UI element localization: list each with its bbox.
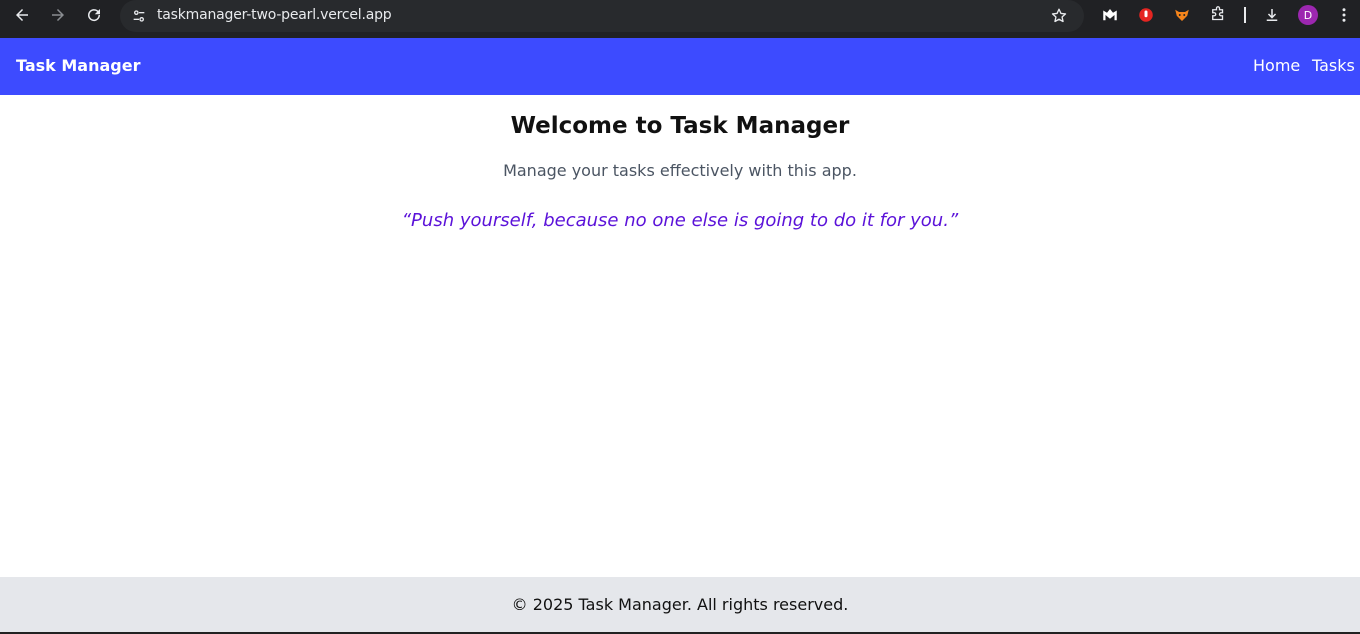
motivational-quote: “Push yourself, because no one else is g… bbox=[401, 210, 959, 231]
star-icon[interactable] bbox=[1048, 5, 1070, 27]
arrow-right-icon[interactable] bbox=[46, 3, 70, 27]
address-bar[interactable]: taskmanager-two-pearl.vercel.app bbox=[120, 0, 1084, 32]
page-subtitle: Manage your tasks effectively with this … bbox=[503, 161, 857, 180]
copyright-text: © 2025 Task Manager. All rights reserved… bbox=[511, 595, 849, 614]
arrow-left-icon[interactable] bbox=[10, 3, 34, 27]
url-text[interactable]: taskmanager-two-pearl.vercel.app bbox=[157, 7, 392, 23]
nav-link-home[interactable]: Home bbox=[1253, 56, 1300, 75]
profile-avatar[interactable]: D bbox=[1298, 5, 1318, 25]
puzzle-icon[interactable] bbox=[1206, 3, 1230, 27]
kebab-menu-icon[interactable] bbox=[1332, 3, 1356, 27]
main-content: Welcome to Task Manager Manage your task… bbox=[0, 95, 1360, 577]
page-footer: © 2025 Task Manager. All rights reserved… bbox=[0, 577, 1360, 634]
fox-extension-icon[interactable] bbox=[1170, 3, 1194, 27]
toolbar-divider bbox=[1244, 7, 1246, 23]
browser-toolbar: taskmanager-two-pearl.vercel.app D bbox=[0, 0, 1360, 38]
brand-logo-text[interactable]: Task Manager bbox=[16, 56, 140, 75]
m-logo-icon[interactable] bbox=[1098, 3, 1122, 27]
tune-icon[interactable] bbox=[128, 5, 150, 27]
app-navbar: Task Manager Home Tasks bbox=[0, 38, 1360, 95]
red-extension-icon[interactable] bbox=[1134, 3, 1158, 27]
download-icon[interactable] bbox=[1260, 3, 1284, 27]
nav-link-tasks[interactable]: Tasks bbox=[1312, 56, 1355, 75]
reload-icon[interactable] bbox=[82, 3, 106, 27]
page-title: Welcome to Task Manager bbox=[510, 113, 850, 139]
